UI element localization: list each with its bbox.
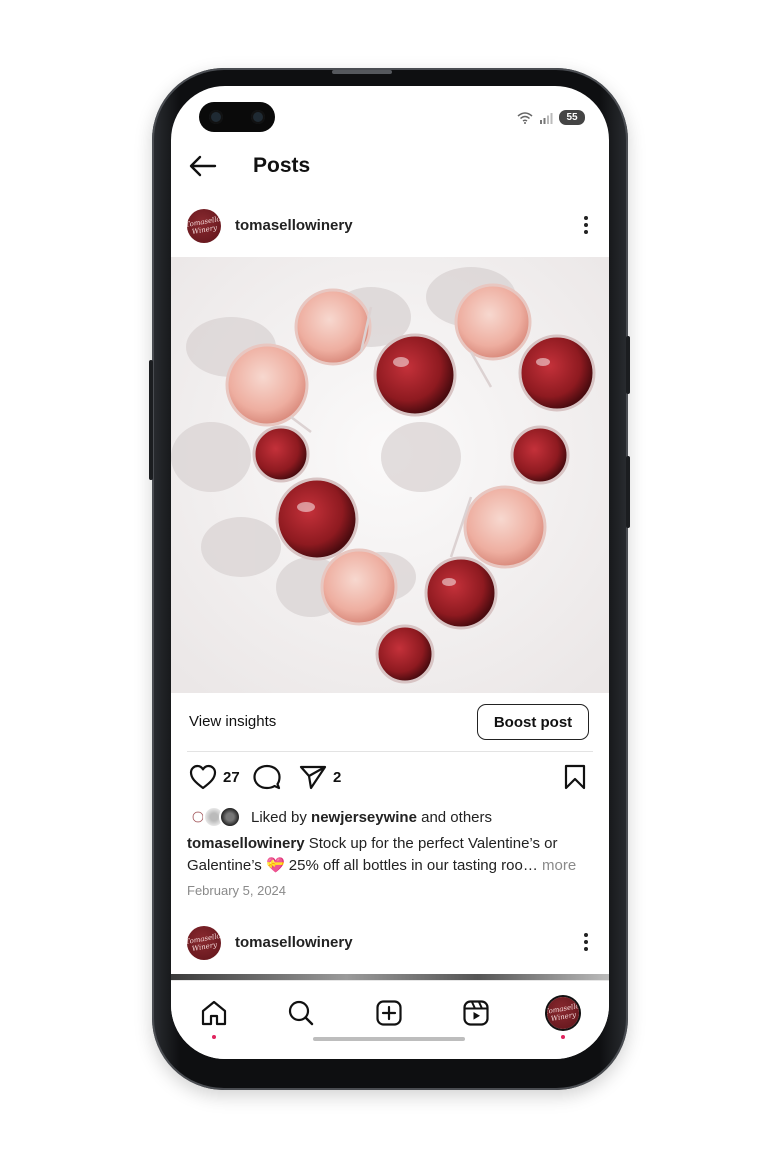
liked-by-text: Liked by newjerseywine and others [251, 808, 492, 826]
earpiece [332, 70, 392, 74]
front-camera-icon [251, 110, 265, 124]
nav-create[interactable] [367, 991, 411, 1035]
insights-row: View insights Boost post [171, 702, 609, 742]
front-camera-icon [209, 110, 223, 124]
bottom-nav: Tomasello Winery [171, 980, 609, 1059]
save-button[interactable] [563, 764, 587, 790]
post-caption: tomasellowinery Stock up for the perfect… [187, 833, 593, 877]
share-button[interactable]: 2 [299, 764, 341, 790]
post-username[interactable]: tomasellowinery [235, 934, 353, 951]
post-header: Tomasello Winery tomasellowinery [171, 207, 609, 247]
avatar-logo-text: Tomasello Winery [187, 932, 221, 954]
side-button [626, 456, 630, 528]
caption-more-link[interactable]: more [542, 857, 576, 874]
profile-avatar: Tomasello Winery [547, 997, 579, 1029]
power-button [626, 336, 630, 394]
post-date: February 5, 2024 [187, 883, 287, 898]
send-icon [299, 765, 327, 790]
divider [187, 751, 593, 752]
signal-icon [540, 112, 553, 124]
nav-search[interactable] [279, 991, 323, 1035]
heart-icon [189, 764, 217, 790]
camera-cutout [199, 102, 275, 132]
screen: 55 Posts Tomasello Winery tomasellowiner… [171, 86, 609, 1059]
more-options-icon[interactable] [581, 213, 591, 237]
avatar[interactable]: Tomasello Winery [187, 209, 221, 243]
avatar [219, 806, 241, 828]
like-button[interactable]: 27 [189, 764, 240, 790]
create-icon [376, 1000, 402, 1026]
home-indicator[interactable] [313, 1037, 465, 1041]
comment-icon [253, 764, 281, 790]
boost-post-button[interactable]: Boost post [477, 704, 589, 740]
avatar[interactable]: Tomasello Winery [187, 926, 221, 960]
post-header: Tomasello Winery tomasellowinery [171, 924, 609, 964]
volume-button [149, 360, 153, 480]
notification-dot [212, 1035, 216, 1039]
shares-count: 2 [333, 768, 342, 786]
page-title: Posts [253, 154, 311, 177]
comment-button[interactable] [253, 764, 281, 790]
home-icon [201, 1000, 227, 1026]
battery-indicator: 55 [559, 110, 585, 125]
nav-profile[interactable]: Tomasello Winery [541, 991, 585, 1039]
more-options-icon[interactable] [581, 930, 591, 954]
notification-dot [561, 1035, 565, 1039]
avatar-logo-text: Tomasello Winery [187, 215, 221, 237]
liked-by-row[interactable]: Liked by newjerseywine and others [187, 805, 492, 829]
nav-home[interactable] [192, 991, 236, 1039]
wifi-icon [517, 111, 533, 124]
bookmark-icon [564, 764, 586, 790]
search-icon [288, 1000, 314, 1026]
caption-username[interactable]: tomasellowinery [187, 835, 305, 852]
liker-avatars [187, 806, 245, 828]
wine-glasses-heart-photo [171, 257, 609, 693]
view-insights-link[interactable]: View insights [189, 713, 276, 730]
nav-reels[interactable] [454, 991, 498, 1035]
likes-count: 27 [223, 768, 240, 786]
post-actions: 27 2 [171, 762, 609, 794]
post-image[interactable] [171, 257, 609, 693]
page-header: Posts [171, 148, 609, 184]
status-icons: 55 [517, 110, 585, 125]
arrow-left-icon [189, 155, 217, 177]
reels-icon [463, 1000, 489, 1026]
back-button[interactable] [187, 152, 219, 180]
liked-by-user[interactable]: newjerseywine [311, 809, 417, 826]
post-username[interactable]: tomasellowinery [235, 217, 353, 234]
